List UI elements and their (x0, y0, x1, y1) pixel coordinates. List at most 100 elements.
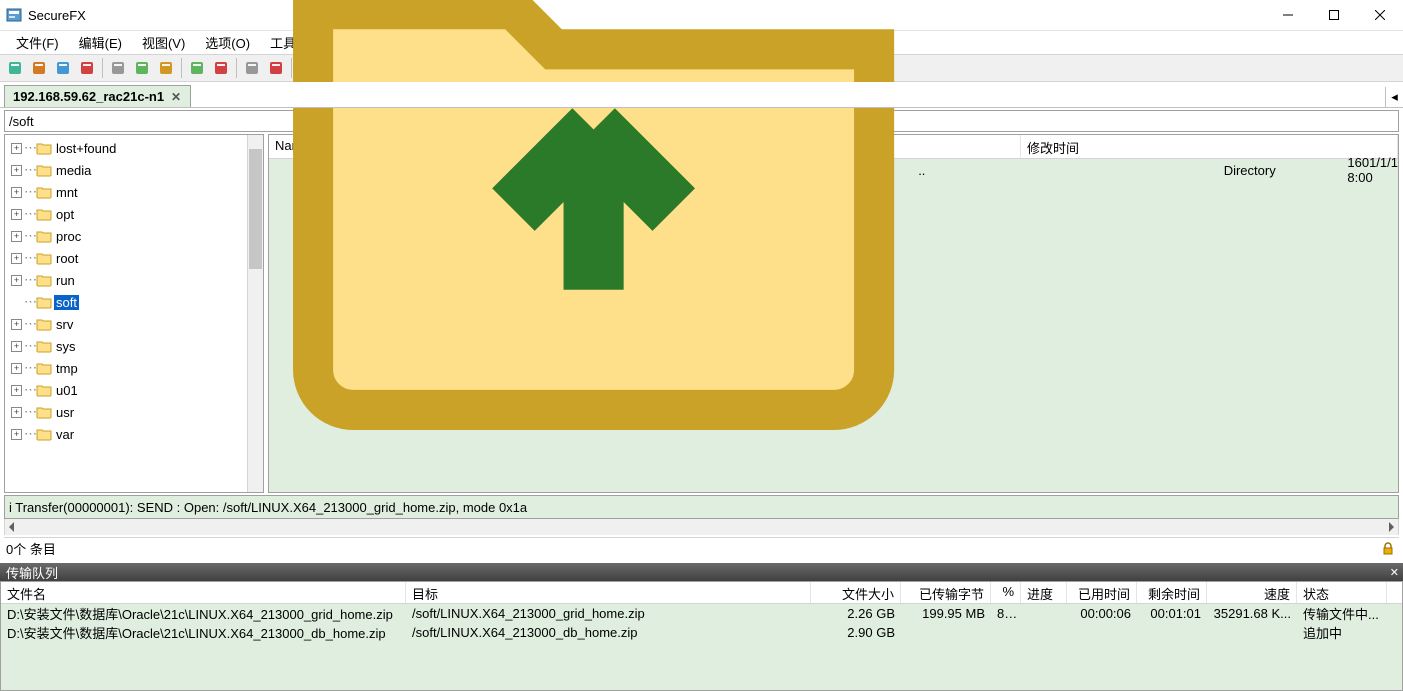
tree-connector: ⋯ (24, 294, 34, 310)
expand-icon[interactable]: + (11, 165, 22, 176)
tab-close-icon[interactable]: ✕ (170, 91, 182, 103)
tree-item[interactable]: ⋯ soft (5, 291, 247, 313)
queue-rows: D:\安装文件\数据库\Oracle\21c\LINUX.X64_213000_… (1, 604, 1402, 642)
copy-icon[interactable] (131, 57, 153, 79)
queue-title: 传输队列 (6, 563, 58, 582)
expand-icon[interactable]: + (11, 209, 22, 220)
quick-connect-icon[interactable] (28, 57, 50, 79)
menu-item[interactable]: 文件(F) (6, 31, 69, 54)
tree-item[interactable]: +⋯ opt (5, 203, 247, 225)
tree-item[interactable]: +⋯ tmp (5, 357, 247, 379)
expand-icon[interactable]: + (11, 407, 22, 418)
folder-icon (36, 163, 52, 177)
queue-close-icon[interactable]: ✕ (1390, 566, 1399, 579)
tree-item[interactable]: +⋯srv (5, 313, 247, 335)
file-list-pane: Name 大小 类型 修改时间 ..Directory1601/1/1 8:00 (268, 134, 1399, 493)
folder-icon (36, 273, 52, 287)
up-folder-icon (273, 0, 914, 451)
queue-row[interactable]: D:\安装文件\数据库\Oracle\21c\LINUX.X64_213000_… (1, 623, 1402, 642)
expand-icon[interactable]: + (11, 429, 22, 440)
expand-icon[interactable]: + (11, 341, 22, 352)
folder-icon (36, 339, 52, 353)
tree-item-label: usr (54, 405, 76, 420)
folder-icon (36, 141, 52, 155)
col-modified[interactable]: 修改时间 (1021, 135, 1398, 158)
expand-icon[interactable]: + (11, 385, 22, 396)
tree-item-label: tmp (54, 361, 80, 376)
tree-item[interactable]: +⋯var (5, 423, 247, 445)
queue-col-status[interactable]: 状态 (1297, 582, 1387, 603)
tree-connector: ⋯ (24, 360, 34, 376)
queue-col-progress[interactable]: 进度 (1021, 582, 1067, 603)
tree-connector: ⋯ (24, 272, 34, 288)
queue-col-filename[interactable]: 文件名 (1, 582, 406, 603)
expand-icon[interactable]: + (11, 319, 22, 330)
tree-item-label: opt (54, 207, 76, 222)
tree-item[interactable]: +⋯media (5, 159, 247, 181)
queue-col-percent[interactable]: % (991, 582, 1021, 603)
cancel-icon[interactable] (241, 57, 263, 79)
queue-cell-target: /soft/LINUX.X64_213000_grid_home.zip (406, 606, 811, 621)
queue-col-elapsed[interactable]: 已用时间 (1067, 582, 1137, 603)
menu-item[interactable]: 编辑(E) (69, 31, 132, 54)
cell-modified: 1601/1/1 8:00 (1347, 155, 1398, 185)
folder-icon (36, 251, 52, 265)
queue-col-filesize[interactable]: 文件大小 (811, 582, 901, 603)
tree-item-label: soft (54, 295, 79, 310)
cut-icon[interactable] (107, 57, 129, 79)
session-tab[interactable]: 192.168.59.62_rac21c-n1 ✕ (4, 85, 191, 107)
queue-cell-elapsed: 00:00:06 (1067, 606, 1137, 621)
queue-col-target[interactable]: 目标 (406, 582, 811, 603)
lock-icon (1381, 542, 1395, 556)
folder-icon (36, 229, 52, 243)
file-list-body[interactable]: ..Directory1601/1/1 8:00 (269, 159, 1398, 492)
expand-icon[interactable]: + (11, 275, 22, 286)
tree-connector: ⋯ (24, 206, 34, 222)
minimize-button[interactable] (1265, 0, 1311, 30)
disconnect-icon[interactable] (76, 57, 98, 79)
tree-item-label: u01 (54, 383, 80, 398)
tree-item-label: run (54, 273, 77, 288)
new-folder-icon[interactable] (186, 57, 208, 79)
tree-connector: ⋯ (24, 316, 34, 332)
menu-item[interactable]: 选项(O) (195, 31, 260, 54)
queue-columns: 文件名目标文件大小已传输字节%进度已用时间剩余时间速度状态 (1, 582, 1402, 604)
folder-tree[interactable]: +⋯lost+found+⋯media+⋯mnt+⋯opt+⋯proc+⋯roo… (5, 135, 247, 492)
tab-scroll-left-icon[interactable]: ◂ (1385, 87, 1403, 107)
paste-icon[interactable] (155, 57, 177, 79)
folder-icon (36, 295, 52, 309)
tab-label: 192.168.59.62_rac21c-n1 (13, 89, 164, 104)
tree-item[interactable]: +⋯lost+found (5, 137, 247, 159)
delete-icon[interactable] (210, 57, 232, 79)
status-text: 0个 条目 (4, 539, 1381, 558)
tree-item[interactable]: +⋯proc (5, 225, 247, 247)
tree-item[interactable]: +⋯root (5, 247, 247, 269)
tree-item[interactable]: +⋯sys (5, 335, 247, 357)
reconnect-icon[interactable] (52, 57, 74, 79)
expand-icon[interactable]: + (11, 253, 22, 264)
tree-item[interactable]: +⋯ run (5, 269, 247, 291)
expand-icon[interactable]: + (11, 363, 22, 374)
tree-item[interactable]: +⋯u01 (5, 379, 247, 401)
expand-icon[interactable]: + (11, 187, 22, 198)
transfer-queue-pane: 文件名目标文件大小已传输字节%进度已用时间剩余时间速度状态 D:\安装文件\数据… (0, 581, 1403, 691)
maximize-button[interactable] (1311, 0, 1357, 30)
connect-icon[interactable] (4, 57, 26, 79)
tree-connector: ⋯ (24, 162, 34, 178)
queue-col-speed[interactable]: 速度 (1207, 582, 1297, 603)
expand-icon[interactable]: + (11, 231, 22, 242)
list-row[interactable]: ..Directory1601/1/1 8:00 (269, 159, 1398, 181)
folder-icon (36, 427, 52, 441)
queue-col-remaining[interactable]: 剩余时间 (1137, 582, 1207, 603)
queue-col-transferred[interactable]: 已传输字节 (901, 582, 991, 603)
menu-item[interactable]: 视图(V) (132, 31, 195, 54)
close-button[interactable] (1357, 0, 1403, 30)
log-scrollbar[interactable] (4, 519, 1399, 535)
tree-item[interactable]: +⋯usr (5, 401, 247, 423)
tree-item[interactable]: +⋯mnt (5, 181, 247, 203)
tree-scrollbar[interactable] (247, 135, 263, 492)
statusbar: 0个 条目 (4, 537, 1399, 559)
expand-icon[interactable]: + (11, 143, 22, 154)
tree-connector: ⋯ (24, 426, 34, 442)
queue-row[interactable]: D:\安装文件\数据库\Oracle\21c\LINUX.X64_213000_… (1, 604, 1402, 623)
